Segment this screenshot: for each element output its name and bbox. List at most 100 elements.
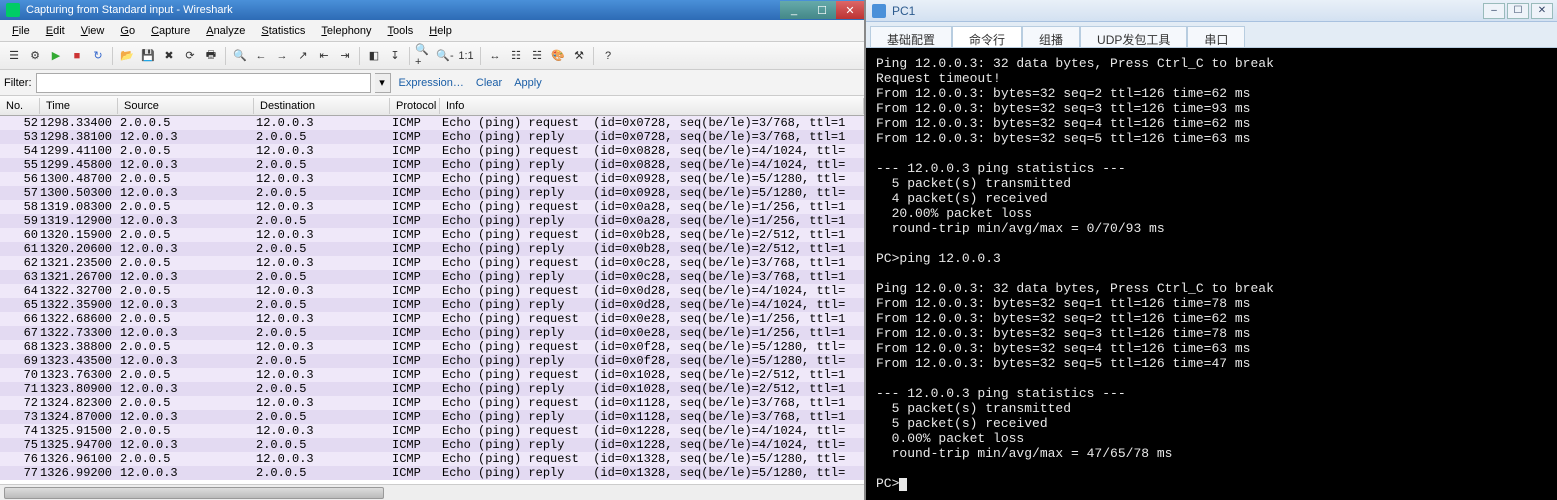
pc1-app-icon [872,4,886,18]
pc1-tabstrip: 基础配置命令行组播UDP发包工具串口 [866,22,1557,48]
packet-row[interactable]: 661322.68600 2.0.0.512.0.0.3ICMPEcho (pi… [0,312,864,326]
pc1-window: PC1 – ☐ ✕ 基础配置命令行组播UDP发包工具串口 Ping 12.0.0… [866,0,1557,500]
filter-dropdown-icon[interactable]: ▾ [375,73,391,93]
wireshark-filterbar: Filter: ▾ Expression… Clear Apply [0,70,864,96]
packet-row[interactable]: 611320.20600 12.0.0.32.0.0.5ICMPEcho (pi… [0,242,864,256]
menu-file[interactable]: File [4,23,38,39]
menu-capture[interactable]: Capture [143,23,198,39]
packet-row[interactable]: 691323.43500 12.0.0.32.0.0.5ICMPEcho (pi… [0,354,864,368]
packet-row[interactable]: 591319.12900 12.0.0.32.0.0.5ICMPEcho (pi… [0,214,864,228]
auto-scroll-icon[interactable]: ↧ [385,46,405,66]
capture-filters-icon[interactable]: ☷ [506,46,526,66]
scrollbar-thumb[interactable] [4,487,384,499]
close-file-icon[interactable]: ✖ [159,46,179,66]
packet-row[interactable]: 551299.45800 12.0.0.32.0.0.5ICMPEcho (pi… [0,158,864,172]
go-back-icon[interactable]: ← [251,46,271,66]
pc1-tab-1[interactable]: 命令行 [952,26,1022,47]
pc1-tab-2[interactable]: 组播 [1022,26,1080,47]
minimize-button[interactable]: _ [780,1,808,19]
go-forward-icon[interactable]: → [272,46,292,66]
clear-link[interactable]: Clear [476,77,502,89]
wireshark-toolbar: ☰ ⚙ ▶ ■ ↻ 📂 💾 ✖ ⟳ 🖶 🔍 ← → ↗ ⇤ ⇥ ◧ ↧ 🔍+ 🔍… [0,42,864,70]
pc1-tab-0[interactable]: 基础配置 [870,26,952,47]
stop-capture-icon[interactable]: ■ [67,46,87,66]
apply-link[interactable]: Apply [514,77,542,89]
packet-row[interactable]: 621321.23500 2.0.0.512.0.0.3ICMPEcho (pi… [0,256,864,270]
menu-edit[interactable]: Edit [38,23,73,39]
packet-row[interactable]: 651322.35900 12.0.0.32.0.0.5ICMPEcho (pi… [0,298,864,312]
pc1-titlebar[interactable]: PC1 – ☐ ✕ [866,0,1557,22]
menu-tools[interactable]: Tools [380,23,422,39]
pc1-maximize-button[interactable]: ☐ [1507,3,1529,19]
col-no[interactable]: No. [0,98,40,114]
menu-telephony[interactable]: Telephony [313,23,379,39]
col-source[interactable]: Source [118,98,254,114]
packet-list-body[interactable]: 521298.33400 2.0.0.512.0.0.3ICMPEcho (pi… [0,116,864,484]
coloring-rules-icon[interactable]: 🎨 [548,46,568,66]
packet-row[interactable]: 531298.38100 12.0.0.32.0.0.5ICMPEcho (pi… [0,130,864,144]
col-info[interactable]: Info [440,98,864,114]
expression-link[interactable]: Expression… [399,77,464,89]
packet-row[interactable]: 601320.15900 2.0.0.512.0.0.3ICMPEcho (pi… [0,228,864,242]
menu-statistics[interactable]: Statistics [253,23,313,39]
packet-row[interactable]: 631321.26700 12.0.0.32.0.0.5ICMPEcho (pi… [0,270,864,284]
menu-help[interactable]: Help [421,23,460,39]
interface-list-icon[interactable]: ☰ [4,46,24,66]
pc1-terminal[interactable]: Ping 12.0.0.3: 32 data bytes, Press Ctrl… [866,48,1557,500]
wireshark-app-icon [6,3,20,17]
zoom-out-icon[interactable]: 🔍- [435,46,455,66]
packet-row[interactable]: 521298.33400 2.0.0.512.0.0.3ICMPEcho (pi… [0,116,864,130]
reload-icon[interactable]: ⟳ [180,46,200,66]
print-icon[interactable]: 🖶 [201,46,221,66]
menu-analyze[interactable]: Analyze [198,23,253,39]
colorize-icon[interactable]: ◧ [364,46,384,66]
packet-row[interactable]: 671322.73300 12.0.0.32.0.0.5ICMPEcho (pi… [0,326,864,340]
capture-options-icon[interactable]: ⚙ [25,46,45,66]
zoom-in-icon[interactable]: 🔍+ [414,46,434,66]
goto-packet-icon[interactable]: ↗ [293,46,313,66]
save-file-icon[interactable]: 💾 [138,46,158,66]
packet-row[interactable]: 751325.94700 12.0.0.32.0.0.5ICMPEcho (pi… [0,438,864,452]
packet-row[interactable]: 561300.48700 2.0.0.512.0.0.3ICMPEcho (pi… [0,172,864,186]
start-capture-icon[interactable]: ▶ [46,46,66,66]
packet-row[interactable]: 541299.41100 2.0.0.512.0.0.3ICMPEcho (pi… [0,144,864,158]
pc1-tab-4[interactable]: 串口 [1187,26,1245,47]
horizontal-scrollbar[interactable] [0,484,864,500]
zoom-reset-icon[interactable]: 1:1 [456,46,476,66]
packet-row[interactable]: 721324.82300 2.0.0.512.0.0.3ICMPEcho (pi… [0,396,864,410]
packet-row[interactable]: 761326.96100 2.0.0.512.0.0.3ICMPEcho (pi… [0,452,864,466]
close-button[interactable]: ✕ [836,1,864,19]
packet-row[interactable]: 711323.80900 12.0.0.32.0.0.5ICMPEcho (pi… [0,382,864,396]
pc1-close-button[interactable]: ✕ [1531,3,1553,19]
maximize-button[interactable]: ☐ [808,1,836,19]
packet-row[interactable]: 731324.87000 12.0.0.32.0.0.5ICMPEcho (pi… [0,410,864,424]
help-icon[interactable]: ? [598,46,618,66]
menu-go[interactable]: Go [112,23,143,39]
col-protocol[interactable]: Protocol [390,98,440,114]
packet-row[interactable]: 571300.50300 12.0.0.32.0.0.5ICMPEcho (pi… [0,186,864,200]
display-filters-icon[interactable]: ☵ [527,46,547,66]
resize-columns-icon[interactable]: ↔ [485,46,505,66]
open-file-icon[interactable]: 📂 [117,46,137,66]
col-destination[interactable]: Destination [254,98,390,114]
wireshark-title: Capturing from Standard input - Wireshar… [26,4,233,16]
go-first-icon[interactable]: ⇤ [314,46,334,66]
col-time[interactable]: Time [40,98,118,114]
packet-row[interactable]: 681323.38800 2.0.0.512.0.0.3ICMPEcho (pi… [0,340,864,354]
pc1-minimize-button[interactable]: – [1483,3,1505,19]
packet-row[interactable]: 741325.91500 2.0.0.512.0.0.3ICMPEcho (pi… [0,424,864,438]
pc1-tab-3[interactable]: UDP发包工具 [1080,26,1187,47]
restart-capture-icon[interactable]: ↻ [88,46,108,66]
filter-input[interactable] [36,73,371,93]
packet-row[interactable]: 581319.08300 2.0.0.512.0.0.3ICMPEcho (pi… [0,200,864,214]
packet-row[interactable]: 771326.99200 12.0.0.32.0.0.5ICMPEcho (pi… [0,466,864,480]
wireshark-window: Capturing from Standard input - Wireshar… [0,0,866,500]
wireshark-titlebar[interactable]: Capturing from Standard input - Wireshar… [0,0,864,20]
go-last-icon[interactable]: ⇥ [335,46,355,66]
packet-row[interactable]: 641322.32700 2.0.0.512.0.0.3ICMPEcho (pi… [0,284,864,298]
menu-view[interactable]: View [73,23,113,39]
packet-row[interactable]: 701323.76300 2.0.0.512.0.0.3ICMPEcho (pi… [0,368,864,382]
find-packet-icon[interactable]: 🔍 [230,46,250,66]
filter-label: Filter: [4,77,32,89]
preferences-icon[interactable]: ⚒ [569,46,589,66]
